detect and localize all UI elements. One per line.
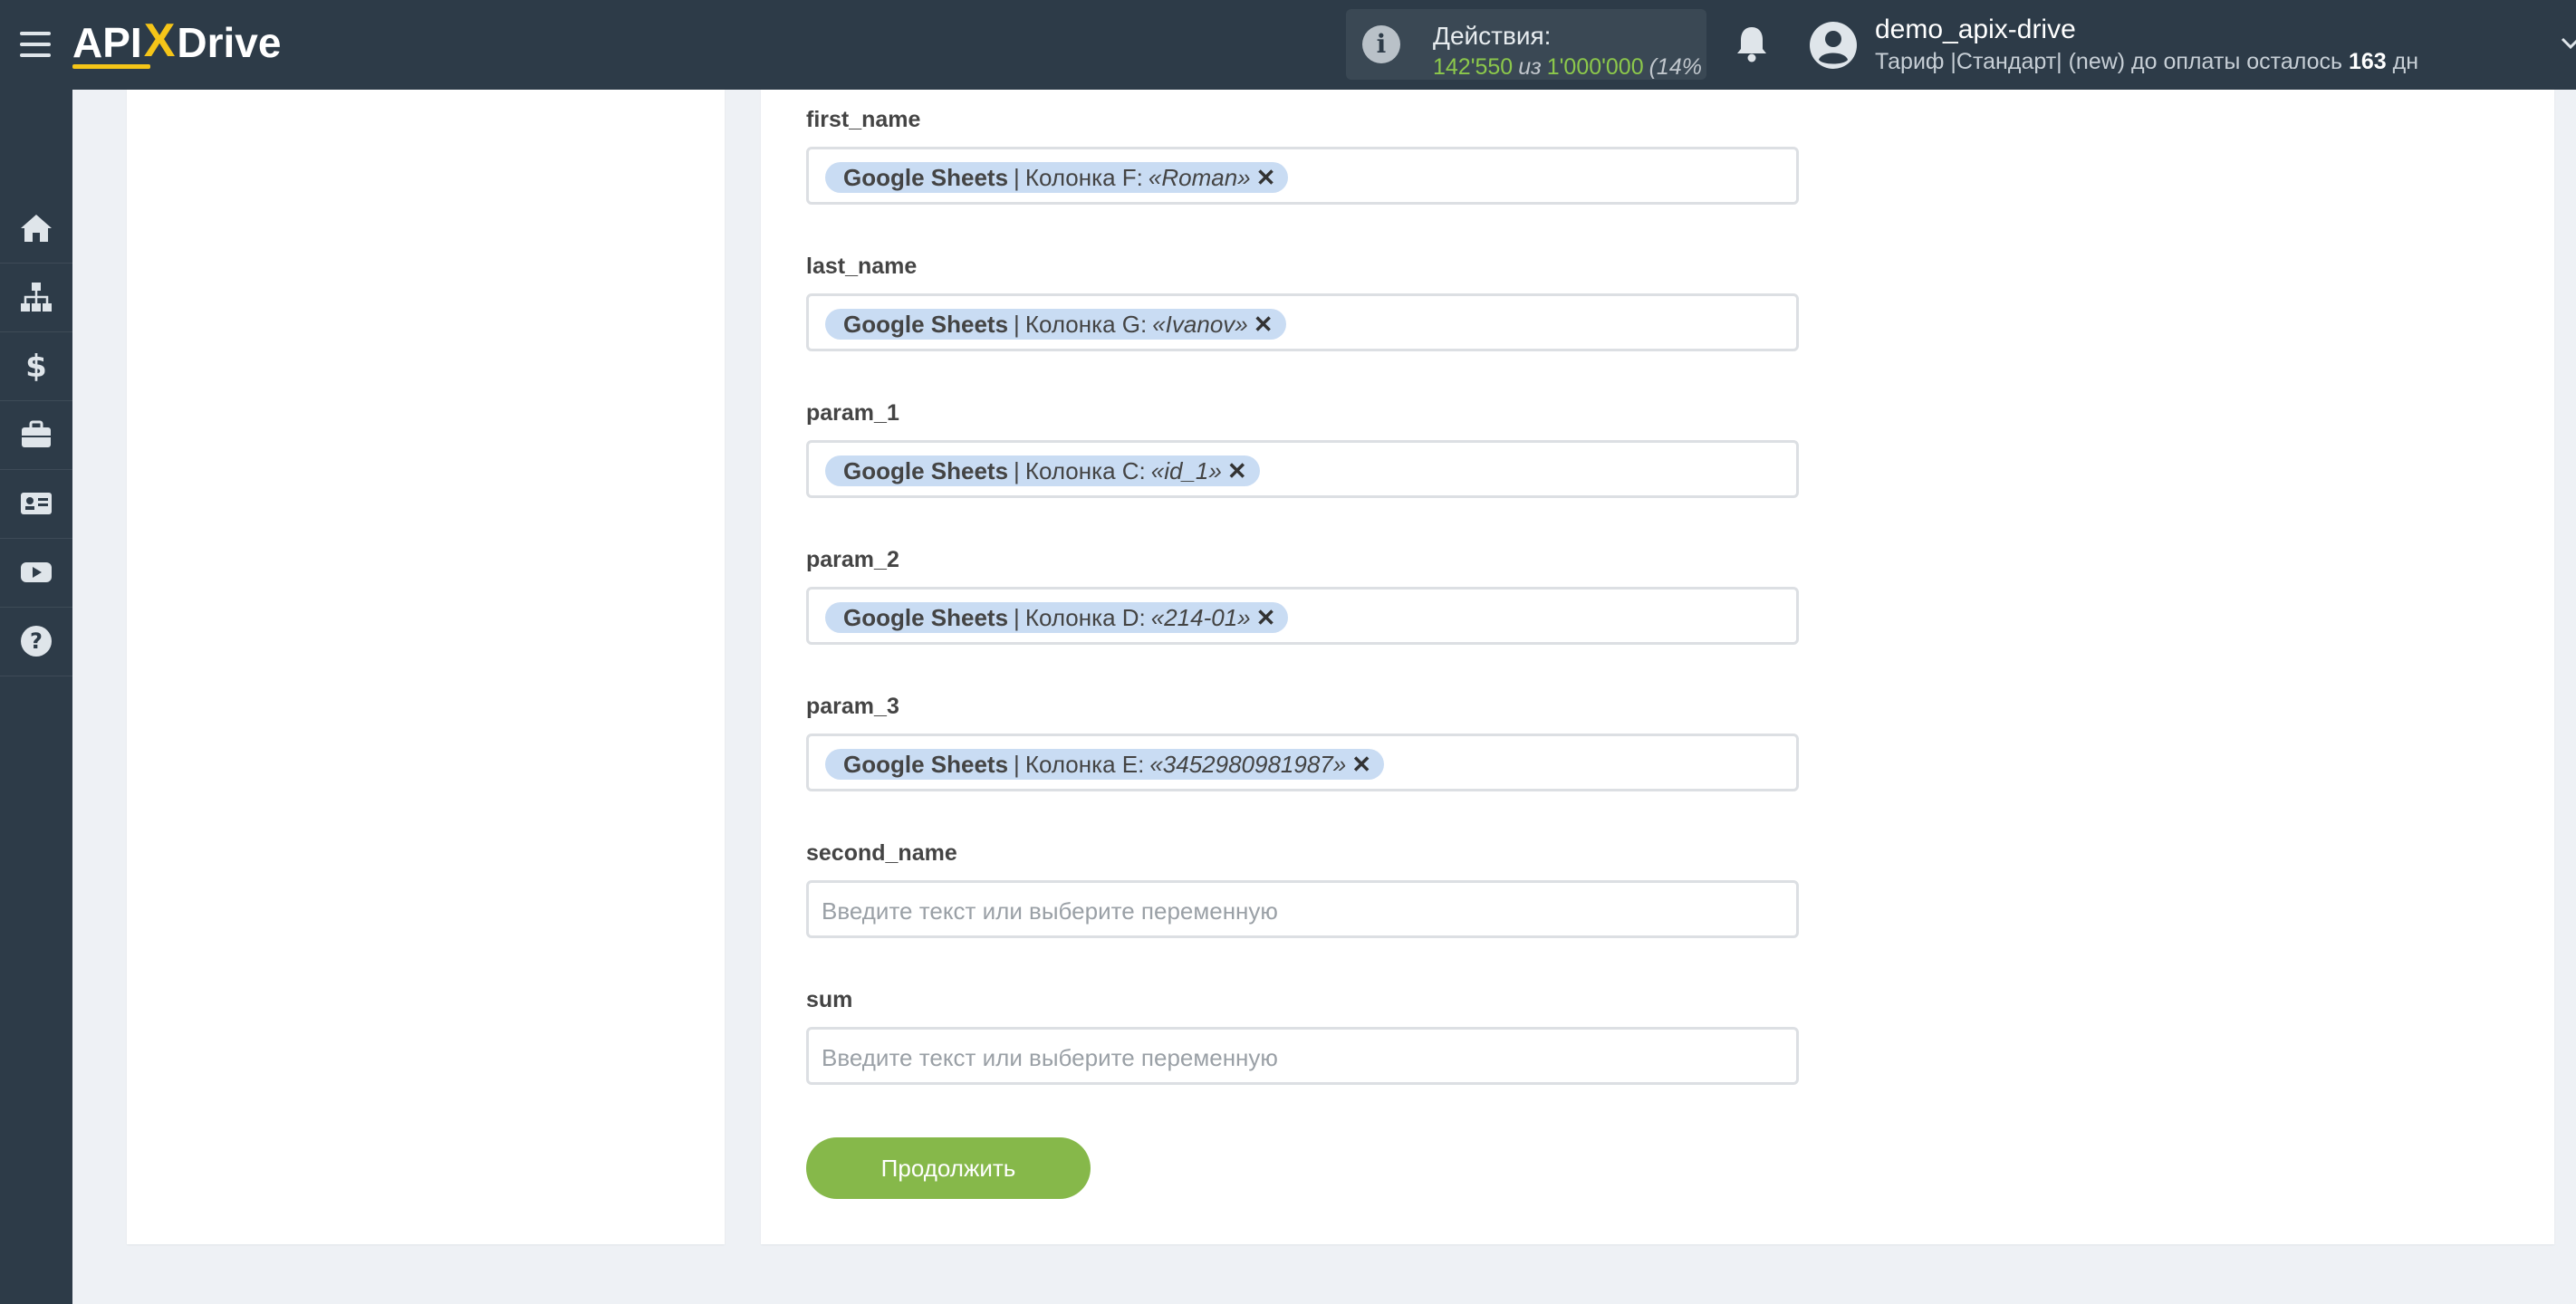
user-avatar-icon[interactable]: [1808, 20, 1859, 71]
sidebar-item-video[interactable]: [0, 538, 72, 608]
tariff-days-unit: дн: [2392, 49, 2419, 74]
id-card-icon: [21, 493, 52, 514]
tag-separator: |: [1014, 456, 1020, 484]
variable-tag[interactable]: Google Sheets | Колонка G: «Ivanov» ✕: [825, 309, 1286, 340]
logo-drive-text: Drive: [177, 19, 282, 66]
left-panel: [127, 90, 725, 1244]
continue-button[interactable]: Продолжить: [806, 1137, 1091, 1199]
logo-api-text: API: [72, 19, 142, 66]
remove-tag-icon[interactable]: ✕: [1227, 457, 1247, 485]
tag-separator: |: [1014, 603, 1020, 631]
sidebar-item-services[interactable]: [0, 400, 72, 470]
bell-icon[interactable]: [1734, 24, 1770, 63]
tag-value: «3452980981987»: [1149, 750, 1347, 778]
field-label-last-name: last_name: [806, 254, 918, 279]
tag-column: Колонка E:: [1024, 750, 1145, 778]
field-label-param-1: param_1: [806, 400, 899, 426]
tariff-days: 163: [2348, 49, 2387, 74]
tag-value: «214-01»: [1150, 603, 1251, 631]
actions-total: 1'000'000: [1546, 54, 1644, 80]
home-icon: [21, 215, 52, 242]
sitemap-icon: [21, 283, 52, 312]
tag-value: «Ivanov»: [1152, 310, 1248, 338]
variable-tag[interactable]: Google Sheets | Колонка C: «id_1» ✕: [825, 455, 1260, 486]
logo-underline: [72, 64, 150, 69]
remove-tag-icon[interactable]: ✕: [1254, 311, 1274, 339]
svg-text:?: ?: [30, 628, 43, 654]
tag-source: Google Sheets: [843, 456, 1009, 484]
youtube-icon: [21, 562, 52, 582]
tag-value: «Roman»: [1148, 163, 1251, 191]
sidebar-item-home[interactable]: [0, 194, 72, 264]
sidebar-item-help[interactable]: ?: [0, 607, 72, 676]
param-3-field[interactable]: Google Sheets | Колонка E: «3452980981987» ✕: [806, 734, 1799, 791]
chevron-down-icon[interactable]: [2560, 33, 2576, 54]
field-placeholder: Введите текст или выберите переменную: [822, 897, 1278, 925]
tag-column: Колонка F:: [1024, 163, 1143, 191]
tag-value: «id_1»: [1150, 456, 1222, 484]
sidebar-item-connections[interactable]: [0, 263, 72, 332]
variable-tag[interactable]: Google Sheets | Колонка D: «214-01» ✕: [825, 602, 1289, 633]
last-name-field[interactable]: Google Sheets | Колонка G: «Ivanov» ✕: [806, 293, 1799, 351]
sidebar-item-contacts[interactable]: [0, 469, 72, 539]
tariff-text: Тариф |Стандарт| (new) до оплаты осталос…: [1875, 49, 2343, 74]
sum-field[interactable]: Введите текст или выберите переменную: [806, 1027, 1799, 1085]
actions-counter[interactable]: i Действия: 142'550 из 1'000'000 (14%: [1346, 9, 1706, 80]
sidebar: $ ?: [0, 90, 72, 1304]
briefcase-icon: [22, 420, 51, 447]
tag-column: Колонка G:: [1024, 310, 1148, 338]
actions-label: Действия:: [1433, 22, 1552, 50]
tag-separator: |: [1014, 310, 1020, 338]
field-label-second-name: second_name: [806, 840, 957, 866]
tag-column: Колонка D:: [1024, 603, 1146, 631]
info-icon: i: [1362, 25, 1400, 63]
param-2-field[interactable]: Google Sheets | Колонка D: «214-01» ✕: [806, 587, 1799, 645]
actions-of: из: [1518, 54, 1542, 80]
tariff-info: Тариф |Стандарт| (new) до оплаты осталос…: [1875, 49, 2418, 75]
menu-icon[interactable]: [20, 32, 51, 59]
logo[interactable]: API X Drive: [72, 11, 281, 74]
field-label-first-name: first_name: [806, 107, 921, 132]
first-name-field[interactable]: Google Sheets | Колонка F: «Roman» ✕: [806, 147, 1799, 205]
username[interactable]: demo_apix-drive: [1875, 14, 2076, 45]
field-label-sum: sum: [806, 987, 853, 1012]
tag-source: Google Sheets: [843, 310, 1009, 338]
tag-source: Google Sheets: [843, 603, 1009, 631]
second-name-field[interactable]: Введите текст или выберите переменную: [806, 880, 1799, 938]
tag-source: Google Sheets: [843, 750, 1009, 778]
param-1-field[interactable]: Google Sheets | Колонка C: «id_1» ✕: [806, 440, 1799, 498]
svg-text:$: $: [25, 349, 47, 384]
sidebar-item-billing[interactable]: $: [0, 331, 72, 401]
actions-used: 142'550: [1433, 54, 1514, 80]
variable-tag[interactable]: Google Sheets | Колонка F: «Roman» ✕: [825, 162, 1289, 193]
help-icon: ?: [21, 626, 52, 657]
dollar-icon: $: [25, 349, 47, 384]
top-bar: API X Drive i Действия: 142'550 из 1'000'000…: [0, 0, 2576, 90]
actions-percent: (14%: [1648, 54, 1702, 80]
actions-count: 142'550 из 1'000'000 (14%: [1433, 54, 1702, 80]
tag-column: Колонка C:: [1024, 456, 1146, 484]
remove-tag-icon[interactable]: ✕: [1256, 164, 1276, 192]
tag-source: Google Sheets: [843, 163, 1009, 191]
field-placeholder: Введите текст или выберите переменную: [822, 1044, 1278, 1071]
tag-separator: |: [1014, 750, 1020, 778]
remove-tag-icon[interactable]: ✕: [1351, 751, 1371, 779]
field-label-param-3: param_3: [806, 694, 899, 719]
remove-tag-icon[interactable]: ✕: [1256, 604, 1276, 632]
variable-tag[interactable]: Google Sheets | Колонка E: «3452980981987» ✕: [825, 749, 1385, 780]
tag-separator: |: [1014, 163, 1020, 191]
logo-x-text: X: [143, 14, 176, 67]
field-label-param-2: param_2: [806, 547, 899, 572]
